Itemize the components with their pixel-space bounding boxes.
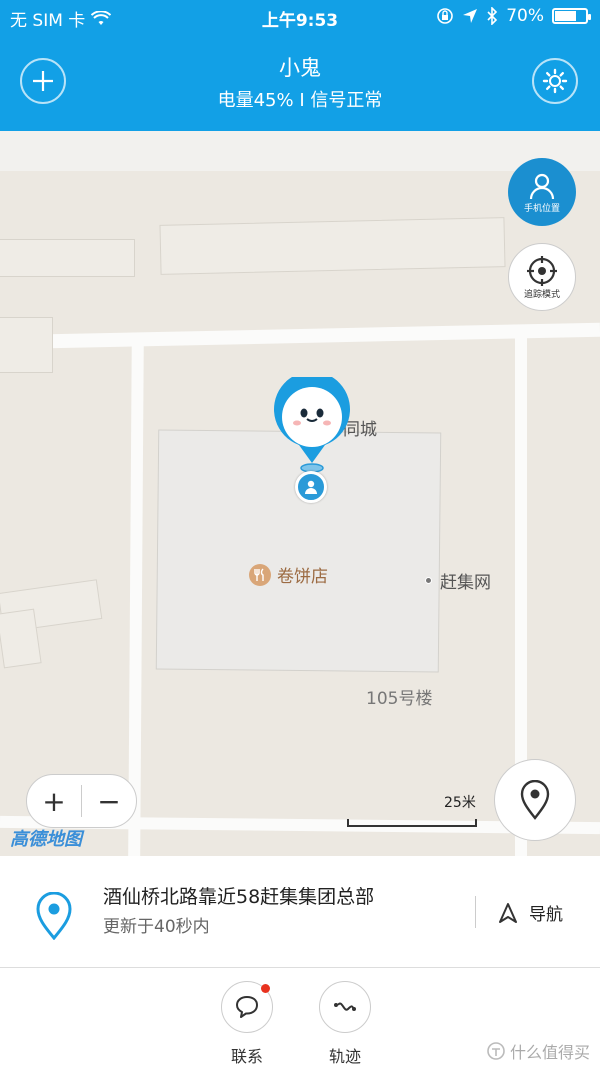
location-pin-icon — [36, 892, 72, 940]
updated-time: 更新于40秒内 — [103, 917, 210, 937]
track-path-icon — [334, 1002, 356, 1011]
address-panel: 酒仙桥北路靠近58赶集集团总部 更新于40秒内 导航 — [0, 856, 600, 968]
tab-contact-label: 联系 — [230, 1047, 263, 1066]
tab-track-label: 轨迹 — [328, 1047, 361, 1066]
track-mode-label: 追踪模式 — [523, 289, 560, 300]
battery-percent: 70% — [506, 6, 544, 26]
tab-track[interactable]: 轨迹 — [317, 981, 373, 1067]
zoom-in-button[interactable]: + — [27, 775, 81, 827]
bluetooth-icon — [487, 7, 498, 25]
track-circle — [319, 981, 371, 1033]
chat-bubble-icon — [236, 996, 258, 1018]
track-mode-button[interactable]: 追踪模式 — [508, 243, 576, 311]
scale-bar — [347, 819, 477, 827]
watermark-logo-icon — [487, 1042, 505, 1060]
navigation-arrow-icon — [499, 902, 517, 923]
child-location-marker[interactable] — [271, 377, 353, 477]
navigate-button[interactable]: 导航 — [497, 900, 563, 925]
poi-restaurant-label: 卷饼店 — [277, 567, 328, 587]
settings-button[interactable] — [532, 58, 578, 104]
notification-badge — [261, 984, 270, 993]
amap-logo: 高德地图 — [10, 829, 82, 850]
gear-icon — [542, 68, 568, 94]
poi-ganji[interactable]: 赶集网 — [425, 568, 491, 593]
device-name: 小鬼 — [279, 56, 321, 80]
phone-location-dot[interactable] — [295, 471, 327, 503]
map-label-building-105: 105号楼 — [366, 689, 433, 709]
map-block — [0, 239, 135, 277]
location-arrow-icon — [463, 9, 478, 23]
crosshair-icon — [527, 255, 557, 286]
locate-button[interactable] — [494, 759, 576, 841]
tab-contact[interactable]: 联系 — [219, 981, 275, 1067]
contact-circle — [221, 981, 273, 1033]
watermark-text: 什么值得买 — [509, 1043, 590, 1062]
status-bar: 无 SIM 卡 上午9:53 70% — [0, 0, 600, 34]
poi-dot-icon — [425, 577, 432, 584]
phone-location-button[interactable]: 手机位置 — [508, 158, 576, 226]
status-right: 70% — [436, 6, 591, 26]
restaurant-icon — [249, 563, 271, 586]
phone-location-label: 手机位置 — [523, 203, 560, 214]
person-icon — [305, 480, 317, 494]
address-text: 酒仙桥北路靠近58赶集集团总部 — [103, 886, 375, 908]
device-status: 电量45% I 信号正常 — [217, 90, 383, 111]
address-divider — [475, 896, 476, 928]
map-pin-icon — [520, 780, 550, 820]
scale-label: 25米 — [444, 795, 476, 811]
app-header: 小鬼 电量45% I 信号正常 — [0, 34, 600, 131]
poi-ganji-label: 赶集网 — [440, 573, 491, 593]
poi-restaurant[interactable]: 卷饼店 — [249, 562, 328, 587]
map-road — [0, 322, 600, 350]
battery-icon — [552, 8, 591, 24]
navigate-label: 导航 — [529, 905, 563, 925]
watermark: 什么值得买 — [486, 1039, 590, 1063]
bottom-bar: 联系 轨迹 什么值得买 — [0, 969, 600, 1067]
battery-fill — [555, 11, 576, 21]
map-view[interactable]: 同城 卷饼店 赶集网 105号楼 手机位置 追踪模式 + − 25米 高德地图 — [0, 131, 600, 856]
zoom-out-button[interactable]: − — [82, 775, 136, 827]
map-block — [0, 317, 53, 373]
map-top-band — [0, 131, 600, 171]
map-block — [159, 217, 506, 275]
zoom-control: + − — [26, 774, 137, 828]
person-outline-icon — [529, 173, 555, 199]
rotation-lock-icon — [437, 8, 454, 24]
